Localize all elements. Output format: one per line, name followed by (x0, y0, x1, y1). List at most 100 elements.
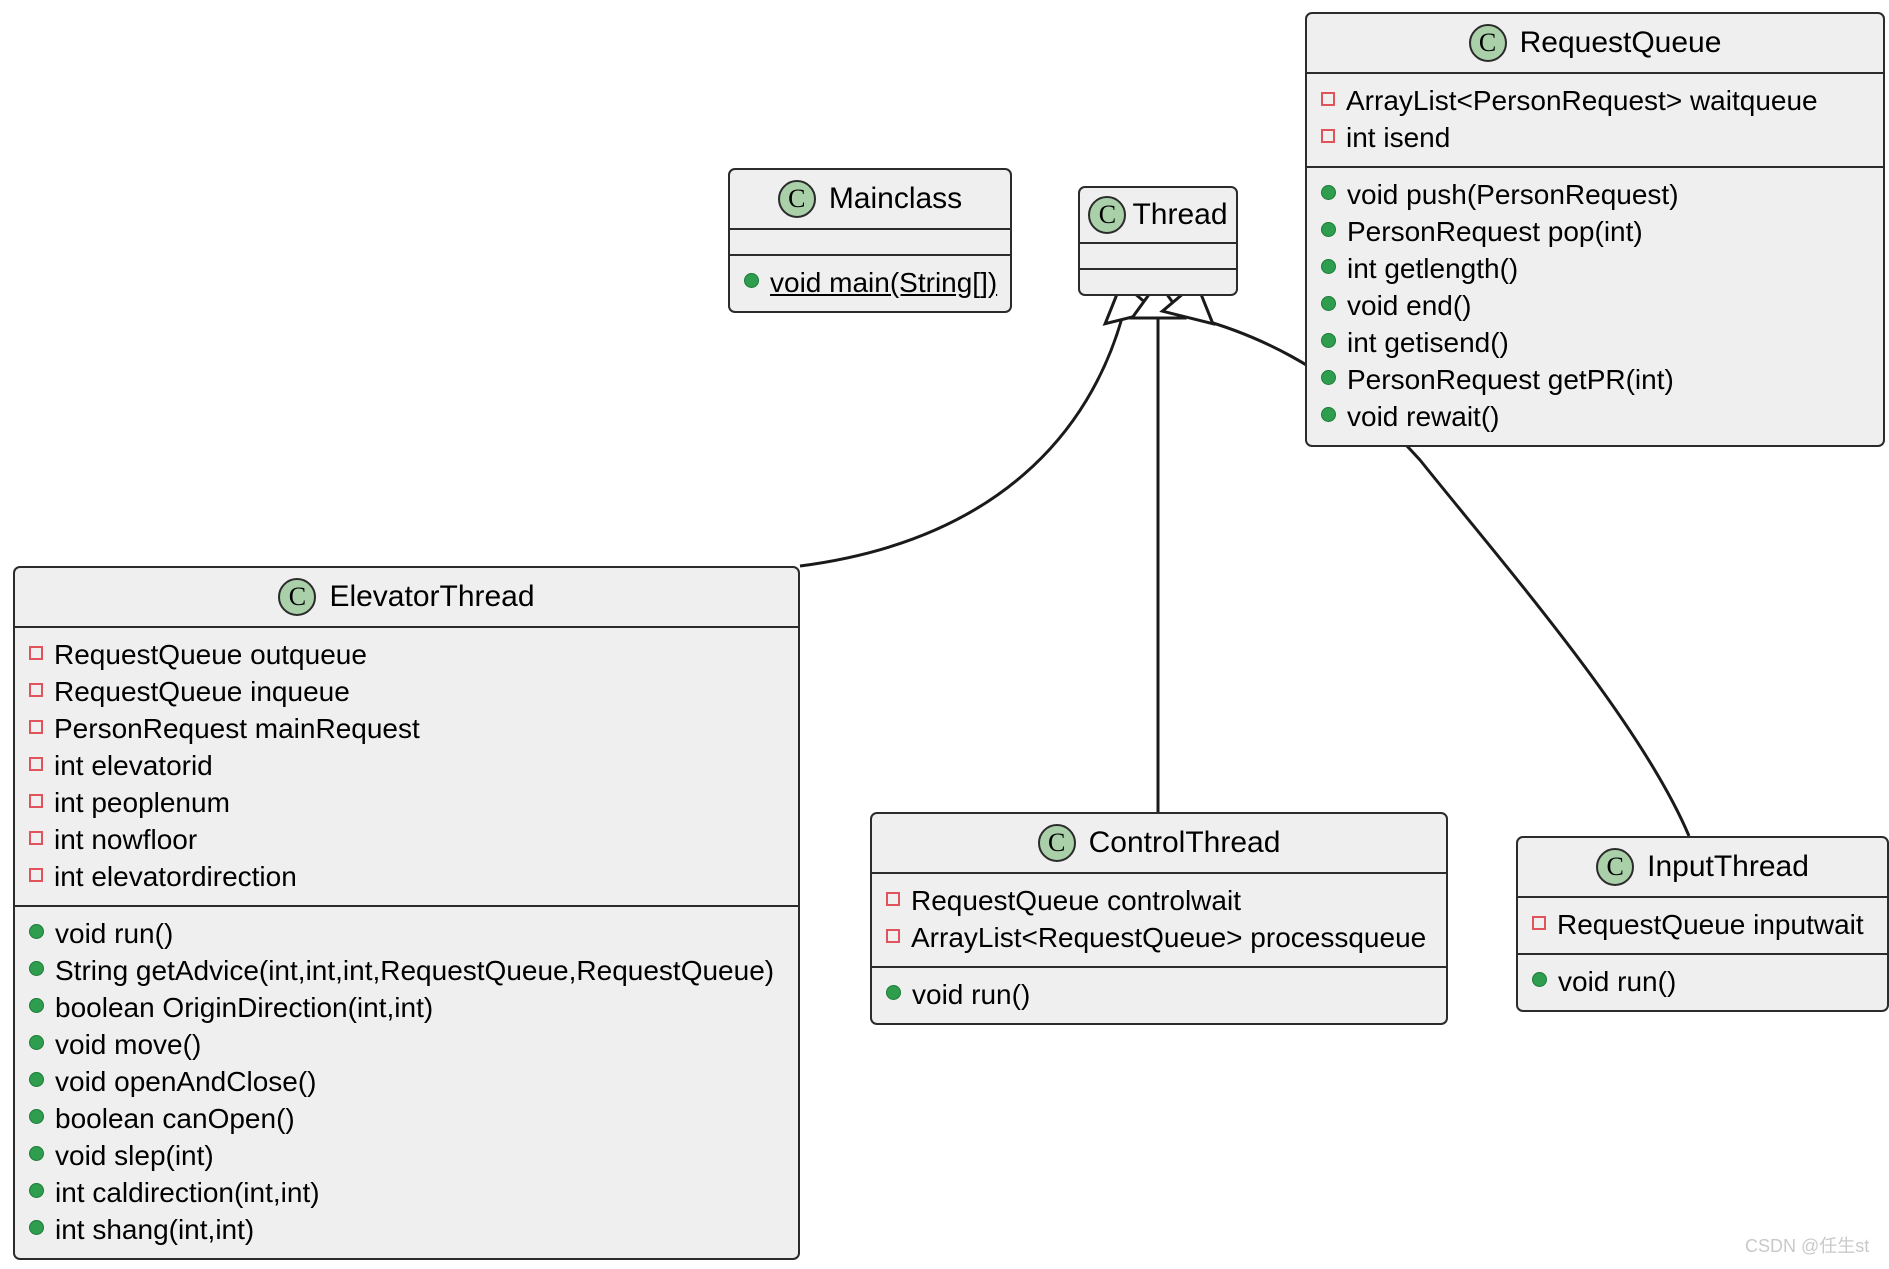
class-box-thread[interactable]: C Thread (1078, 186, 1238, 296)
method-row: void run() (1532, 963, 1873, 1000)
method-row: int getisend() (1321, 324, 1869, 361)
method-label: void run() (1558, 966, 1677, 997)
attributes-compartment-inputthread: RequestQueue inputwait (1518, 896, 1887, 953)
method-label: void openAndClose() (55, 1066, 317, 1097)
field-row: ArrayList<PersonRequest> waitqueue (1321, 82, 1869, 119)
method-label: void run() (912, 979, 1031, 1010)
class-header-thread: C Thread (1080, 188, 1236, 242)
field-label: RequestQueue outqueue (54, 639, 367, 670)
method-label: void slep(int) (55, 1140, 214, 1171)
methods-compartment-elevatorthread: void run() String getAdvice(int,int,int,… (15, 905, 798, 1258)
method-row: void slep(int) (29, 1137, 784, 1174)
class-name-label: Mainclass (828, 182, 963, 215)
private-field-icon (29, 646, 43, 660)
method-label: void end() (1347, 290, 1472, 321)
method-label: boolean canOpen() (55, 1103, 295, 1134)
public-method-icon (29, 1146, 44, 1161)
method-row: boolean OriginDirection(int,int) (29, 989, 784, 1026)
field-label: RequestQueue inqueue (54, 676, 350, 707)
class-box-inputthread[interactable]: C InputThread RequestQueue inputwait voi… (1516, 836, 1889, 1012)
field-label: PersonRequest mainRequest (54, 713, 420, 744)
field-row: int isend (1321, 119, 1869, 156)
method-label: void rewait() (1347, 401, 1500, 432)
class-header-inputthread: C InputThread (1518, 838, 1887, 896)
attributes-compartment-mainclass (730, 228, 1010, 254)
field-label: ArrayList<PersonRequest> waitqueue (1346, 85, 1818, 116)
field-row: RequestQueue controlwait (886, 882, 1432, 919)
public-method-icon (744, 273, 759, 288)
method-row: int caldirection(int,int) (29, 1174, 784, 1211)
private-field-icon (886, 892, 900, 906)
field-label: RequestQueue controlwait (911, 885, 1241, 916)
class-header-requestqueue: C RequestQueue (1307, 14, 1883, 72)
method-row: void openAndClose() (29, 1063, 784, 1100)
attributes-compartment-controlthread: RequestQueue controlwait ArrayList<Reque… (872, 872, 1446, 966)
field-label: int isend (1346, 122, 1451, 153)
public-method-icon (29, 1072, 44, 1087)
public-method-icon (29, 1183, 44, 1198)
public-method-icon (1321, 222, 1336, 237)
field-row: RequestQueue inputwait (1532, 906, 1873, 943)
public-method-icon (29, 961, 44, 976)
method-row: void main(String[]) (744, 264, 997, 301)
private-field-icon (1321, 129, 1335, 143)
public-method-icon (1321, 407, 1336, 422)
method-label: PersonRequest pop(int) (1347, 216, 1643, 247)
class-header-elevatorthread: C ElevatorThread (15, 568, 798, 626)
public-method-icon (1321, 185, 1336, 200)
field-row: int elevatorid (29, 747, 784, 784)
class-icon: C (777, 180, 816, 218)
class-name-label: RequestQueue (1519, 26, 1722, 59)
private-field-icon (29, 794, 43, 808)
field-label: int elevatorid (54, 750, 213, 781)
attributes-compartment-requestqueue: ArrayList<PersonRequest> waitqueue int i… (1307, 72, 1883, 166)
class-box-mainclass[interactable]: C Mainclass void main(String[]) (728, 168, 1012, 313)
public-method-icon (29, 1220, 44, 1235)
method-row: void push(PersonRequest) (1321, 176, 1869, 213)
private-field-icon (29, 683, 43, 697)
methods-compartment-mainclass: void main(String[]) (730, 254, 1010, 311)
public-method-icon (886, 985, 901, 1000)
field-row: RequestQueue inqueue (29, 673, 784, 710)
field-row: int nowfloor (29, 821, 784, 858)
class-box-requestqueue[interactable]: C RequestQueue ArrayList<PersonRequest> … (1305, 12, 1885, 447)
method-label: int shang(int,int) (55, 1214, 255, 1245)
field-label: int elevatordirection (54, 861, 297, 892)
field-row: int peoplenum (29, 784, 784, 821)
class-header-controlthread: C ControlThread (872, 814, 1446, 872)
public-method-icon (1321, 370, 1336, 385)
method-row: PersonRequest getPR(int) (1321, 361, 1869, 398)
public-method-icon (1321, 333, 1336, 348)
public-method-icon (29, 1109, 44, 1124)
field-label: RequestQueue inputwait (1557, 909, 1864, 940)
class-name-label: InputThread (1647, 850, 1809, 883)
field-label: int peoplenum (54, 787, 230, 818)
class-box-controlthread[interactable]: C ControlThread RequestQueue controlwait… (870, 812, 1448, 1025)
method-label: int caldirection(int,int) (55, 1177, 320, 1208)
public-method-icon (1321, 259, 1336, 274)
method-row: void move() (29, 1026, 784, 1063)
generalization-elevatorthread-thread (799, 317, 1124, 568)
method-row: void end() (1321, 287, 1869, 324)
class-icon: C (1596, 848, 1635, 886)
private-field-icon (1321, 92, 1335, 106)
method-row: PersonRequest pop(int) (1321, 213, 1869, 250)
public-method-icon (1321, 296, 1336, 311)
methods-compartment-requestqueue: void push(PersonRequest) PersonRequest p… (1307, 166, 1883, 445)
attributes-compartment-thread (1080, 242, 1236, 268)
class-box-elevatorthread[interactable]: C ElevatorThread RequestQueue outqueue R… (13, 566, 800, 1260)
class-icon: C (1468, 24, 1507, 62)
method-row: void run() (29, 915, 784, 952)
method-label: void run() (55, 918, 174, 949)
private-field-icon (29, 868, 43, 882)
class-icon: C (278, 578, 317, 616)
attributes-compartment-elevatorthread: RequestQueue outqueue RequestQueue inque… (15, 626, 798, 905)
private-field-icon (1532, 916, 1546, 930)
class-icon: C (1037, 824, 1076, 862)
class-icon: C (1088, 196, 1127, 234)
class-header-mainclass: C Mainclass (730, 170, 1010, 228)
public-method-icon (1532, 972, 1547, 987)
method-label: PersonRequest getPR(int) (1347, 364, 1674, 395)
csdn-watermark: CSDN @任生st (1745, 1236, 1870, 1256)
method-label: String getAdvice(int,int,int,RequestQueu… (55, 955, 775, 986)
